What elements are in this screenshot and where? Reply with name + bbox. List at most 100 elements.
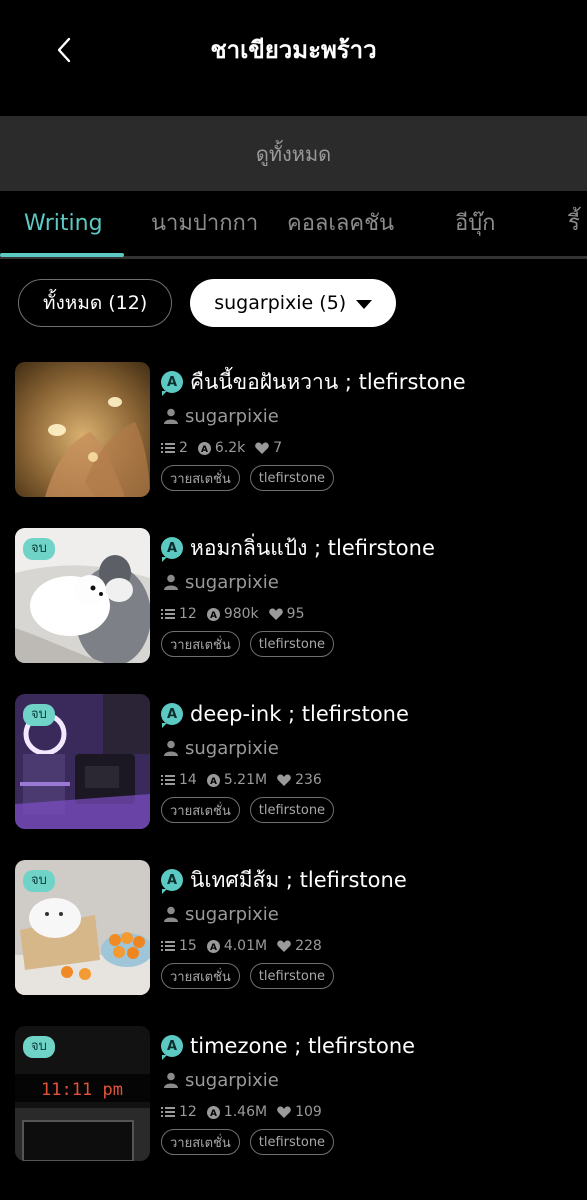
view-all-button[interactable]: ดูทั้งหมด bbox=[0, 116, 587, 191]
person-icon bbox=[161, 740, 181, 756]
chapter-count: 2 bbox=[179, 440, 188, 456]
tag-chip[interactable]: tlefirstone bbox=[249, 631, 335, 657]
tag-chip[interactable]: tlefirstone bbox=[249, 963, 335, 989]
view-count: 4.01M bbox=[223, 938, 268, 954]
person-icon bbox=[161, 1072, 181, 1088]
views-icon: A bbox=[206, 939, 220, 953]
heart-icon bbox=[255, 442, 270, 454]
like-count: 95 bbox=[286, 606, 305, 622]
like-count: 236 bbox=[295, 772, 322, 788]
story-title: timezone ; tlefirstone bbox=[190, 1034, 416, 1058]
writing-badge-icon: A bbox=[161, 703, 183, 728]
writing-badge-icon: A bbox=[161, 1035, 183, 1060]
story-author: sugarpixie bbox=[185, 571, 279, 593]
story-cover: 11:11 pm จบ bbox=[15, 1026, 150, 1161]
page-title: ชาเขียวมะพร้าว bbox=[210, 36, 377, 64]
filter-author-dropdown[interactable]: sugarpixie (5) bbox=[190, 279, 397, 327]
tab-collections[interactable]: คอลเลคชัน bbox=[287, 191, 394, 256]
clock-display: 11:11 pm bbox=[41, 1080, 123, 1100]
story-info: A คืนนี้ขอฝันหวาน ; tlefirstone sugarpix… bbox=[161, 366, 587, 491]
tab-partial[interactable]: รี้ bbox=[568, 191, 580, 256]
list-icon bbox=[161, 941, 175, 951]
tag-chip[interactable]: tlefirstone bbox=[249, 1129, 335, 1155]
tag-chip[interactable]: วายสเตชั่น bbox=[161, 963, 240, 989]
view-count: 6.2k bbox=[214, 440, 246, 456]
svg-text:A: A bbox=[210, 777, 217, 787]
completed-badge: จบ bbox=[23, 538, 55, 560]
chapter-count: 15 bbox=[179, 938, 197, 954]
story-item[interactable]: 11:11 pm จบ A timezone ; tlefirstone sug… bbox=[0, 1026, 587, 1162]
list-icon bbox=[161, 775, 175, 785]
svg-text:A: A bbox=[210, 1109, 217, 1119]
heart-icon bbox=[277, 774, 291, 786]
story-item[interactable]: จบ A deep-ink ; tlefirstone sugarpixie 1… bbox=[0, 694, 587, 830]
svg-text:A: A bbox=[201, 445, 208, 455]
chapter-count: 12 bbox=[179, 606, 197, 622]
tab-pen-names[interactable]: นามปากกา bbox=[151, 191, 258, 256]
story-info: A timezone ; tlefirstone sugarpixie 12 A… bbox=[161, 1030, 587, 1155]
svg-text:A: A bbox=[210, 611, 217, 621]
views-icon: A bbox=[206, 1105, 220, 1119]
writing-badge-icon: A bbox=[161, 869, 183, 894]
filter-author-label: sugarpixie (5) bbox=[214, 292, 347, 314]
filter-all-label: ทั้งหมด (12) bbox=[43, 292, 148, 314]
story-author: sugarpixie bbox=[185, 1069, 279, 1091]
tag-chip[interactable]: วายสเตชั่น bbox=[161, 465, 240, 491]
story-item[interactable]: จบ A หอมกลิ่นแป้ง ; tlefirstone sugarpix… bbox=[0, 528, 587, 664]
list-icon bbox=[161, 609, 175, 619]
svg-text:A: A bbox=[210, 943, 217, 953]
view-count: 5.21M bbox=[223, 772, 268, 788]
story-author: sugarpixie bbox=[185, 737, 279, 759]
tab-ebooks[interactable]: อีบุ๊ก bbox=[455, 191, 496, 256]
tag-chip[interactable]: tlefirstone bbox=[249, 465, 335, 491]
like-count: 109 bbox=[295, 1104, 322, 1120]
views-icon: A bbox=[206, 773, 220, 787]
top-bar: ชาเขียวมะพร้าว bbox=[0, 0, 587, 100]
story-info: A นิเทศมีส้ม ; tlefirstone sugarpixie 15… bbox=[161, 864, 587, 989]
like-count: 7 bbox=[273, 440, 283, 456]
story-item[interactable]: A คืนนี้ขอฝันหวาน ; tlefirstone sugarpix… bbox=[0, 362, 587, 498]
story-item[interactable]: จบ A นิเทศมีส้ม ; tlefirstone sugarpixie… bbox=[0, 860, 587, 996]
like-count: 228 bbox=[295, 938, 322, 954]
caret-down-icon bbox=[356, 300, 373, 309]
person-icon bbox=[161, 574, 181, 590]
story-cover: จบ bbox=[15, 694, 150, 829]
tab-bar: Writing นามปากกา คอลเลคชัน อีบุ๊ก รี้ bbox=[0, 191, 587, 259]
tag-chip[interactable]: วายสเตชั่น bbox=[161, 1129, 240, 1155]
story-author: sugarpixie bbox=[185, 903, 279, 925]
views-icon: A bbox=[206, 607, 220, 621]
story-info: A deep-ink ; tlefirstone sugarpixie 14 A… bbox=[161, 698, 587, 823]
story-title: หอมกลิ่นแป้ง ; tlefirstone bbox=[190, 535, 435, 560]
chapter-count: 14 bbox=[179, 772, 197, 788]
filter-row: ทั้งหมด (12) sugarpixie (5) bbox=[18, 279, 397, 327]
tag-chip[interactable]: tlefirstone bbox=[249, 797, 335, 823]
story-cover: จบ bbox=[15, 528, 150, 663]
story-title: คืนนี้ขอฝันหวาน ; tlefirstone bbox=[190, 369, 466, 394]
person-icon bbox=[161, 906, 181, 922]
completed-badge: จบ bbox=[23, 1036, 55, 1058]
story-author: sugarpixie bbox=[185, 405, 279, 427]
list-icon bbox=[161, 443, 175, 453]
story-cover bbox=[15, 362, 150, 497]
story-cover: จบ bbox=[15, 860, 150, 995]
chapter-count: 12 bbox=[179, 1104, 197, 1120]
tag-chip[interactable]: วายสเตชั่น bbox=[161, 631, 240, 657]
writing-badge-icon: A bbox=[161, 371, 183, 396]
active-tab-indicator bbox=[0, 253, 124, 257]
heart-icon bbox=[277, 940, 291, 952]
story-title: นิเทศมีส้ม ; tlefirstone bbox=[190, 867, 407, 892]
tag-chip[interactable]: วายสเตชั่น bbox=[161, 797, 240, 823]
views-icon: A bbox=[197, 441, 211, 455]
tab-writing[interactable]: Writing bbox=[24, 191, 103, 256]
story-title: deep-ink ; tlefirstone bbox=[190, 702, 409, 726]
story-info: A หอมกลิ่นแป้ง ; tlefirstone sugarpixie … bbox=[161, 532, 587, 657]
completed-badge: จบ bbox=[23, 704, 55, 726]
heart-icon bbox=[268, 608, 283, 620]
completed-badge: จบ bbox=[23, 870, 55, 892]
filter-all-chip[interactable]: ทั้งหมด (12) bbox=[18, 279, 173, 327]
view-count: 1.46M bbox=[223, 1104, 268, 1120]
person-icon bbox=[161, 408, 181, 424]
writing-badge-icon: A bbox=[161, 537, 183, 562]
view-count: 980k bbox=[223, 606, 259, 622]
list-icon bbox=[161, 1107, 175, 1117]
